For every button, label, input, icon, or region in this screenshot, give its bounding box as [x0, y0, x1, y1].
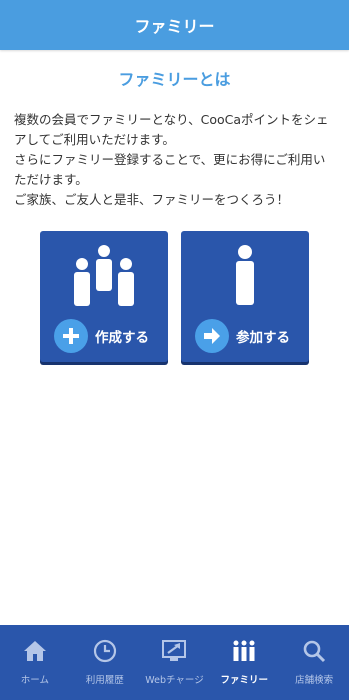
tab-family[interactable]: ファミリー — [209, 625, 279, 700]
tab-history[interactable]: 利用履歴 — [70, 625, 140, 700]
search-icon — [301, 638, 327, 664]
tab-label: Webチャージ — [145, 675, 204, 686]
tab-label: 利用履歴 — [85, 675, 124, 686]
tab-home[interactable]: ホーム — [0, 625, 70, 700]
plus-icon — [54, 319, 88, 353]
home-icon — [22, 638, 48, 664]
create-label: 作成する — [95, 330, 149, 346]
app-header: ファミリー — [0, 0, 349, 50]
description: 複数の会員でファミリーとなり、CooCaポイントをシェアしてご利用いただけます。… — [0, 110, 349, 210]
clock-icon — [92, 638, 118, 664]
description-line: さらにファミリー登録することで、更にお得にご利用いただけます。 — [14, 152, 326, 187]
description-line: ご家族、ご友人と是非、ファミリーをつくろう！ — [14, 192, 290, 207]
arrow-right-icon — [195, 319, 229, 353]
tab-web-charge[interactable]: Webチャージ — [140, 625, 210, 700]
web-charge-icon — [161, 638, 187, 664]
description-line: 複数の会員でファミリーとなり、CooCaポイントをシェアしてご利用いただけます。 — [14, 112, 329, 147]
action-buttons: 作成する 参加する — [0, 231, 349, 362]
section-title: ファミリーとは — [118, 70, 231, 89]
family-icon — [231, 638, 257, 664]
tab-label: ファミリー — [220, 675, 269, 686]
tab-label: ホーム — [20, 675, 49, 686]
join-family-button[interactable]: 参加する — [181, 231, 309, 362]
page-title: ファミリー — [134, 17, 215, 36]
join-label: 参加する — [236, 330, 290, 346]
tab-label: 店舗検索 — [295, 675, 334, 686]
tab-store-search[interactable]: 店舗検索 — [279, 625, 349, 700]
create-family-button[interactable]: 作成する — [40, 231, 168, 362]
person-icon — [181, 245, 309, 307]
group-people-icon — [40, 245, 168, 307]
bottom-tab-bar: ホーム 利用履歴 Webチャージ ファミリー 店舗検索 — [0, 625, 349, 700]
